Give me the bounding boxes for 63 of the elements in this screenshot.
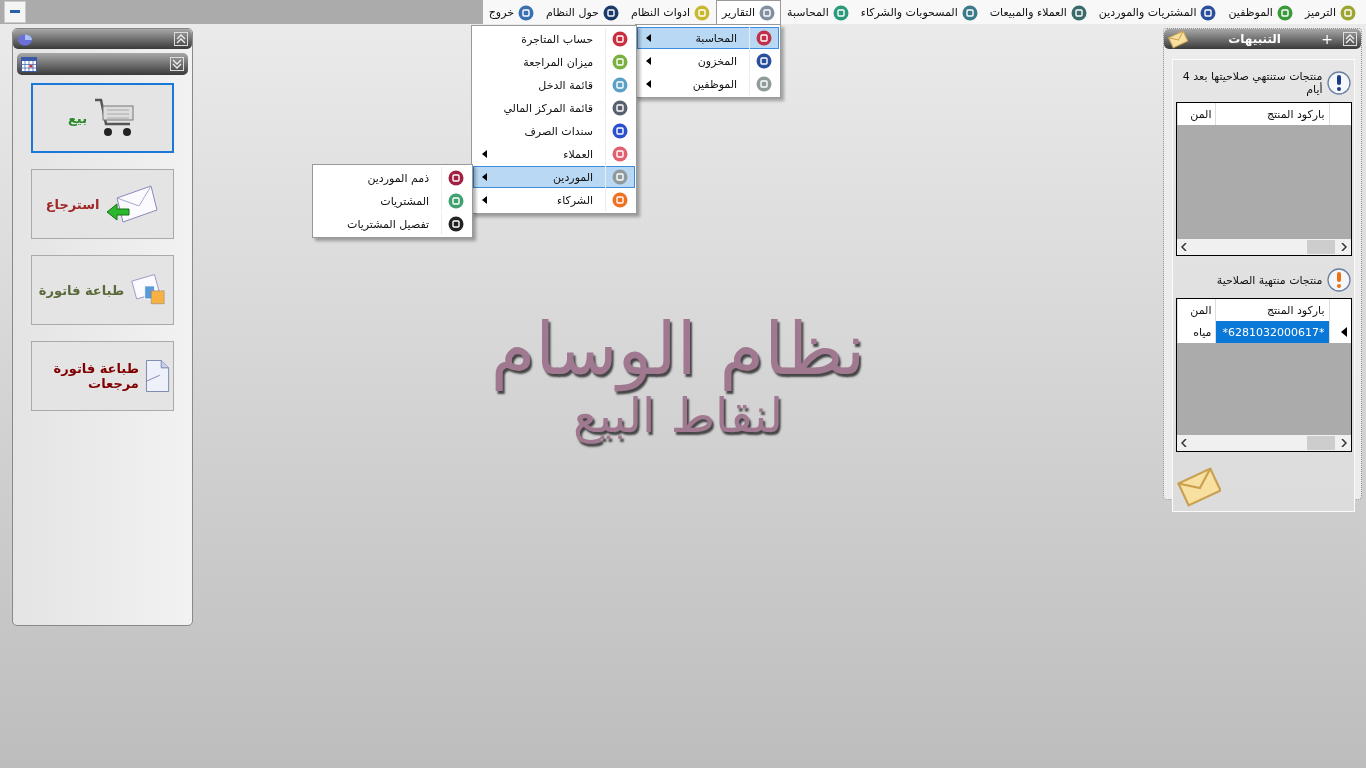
section-title: منتجات ستنتهي صلاحيتها بعد 4 أيام: [1181, 70, 1323, 96]
submenu-arrow-icon: [482, 196, 488, 204]
calendar-icon: [21, 56, 37, 72]
menu-item[interactable]: العملاء: [473, 143, 636, 165]
app-title: نظام الوسام: [490, 310, 866, 390]
menu-item[interactable]: المشتريات: [314, 190, 472, 212]
collapse-icon: [1345, 34, 1355, 44]
menu-item[interactable]: ذمم الموردين: [314, 167, 472, 189]
section-title: منتجات منتهية الصلاحية: [1215, 273, 1323, 287]
menu-item[interactable]: سندات الصرف: [473, 120, 636, 142]
exclamation-icon: [1326, 71, 1351, 95]
menu-item[interactable]: قائمة الدخل: [473, 74, 636, 96]
scrollbar-thumb[interactable]: [1306, 240, 1335, 254]
pie-chart-icon: [17, 32, 33, 46]
chevron-right-icon: [1340, 243, 1347, 251]
table-cell: *6281032000617*: [1214, 321, 1329, 343]
shortcut-button[interactable]: طباعة فاتورة مرجعات: [31, 341, 174, 411]
menu-bar-item[interactable]: الترميز: [1298, 0, 1362, 24]
panel-title: التنبيهات: [1228, 32, 1281, 46]
submenu-arrow-icon: [482, 150, 488, 158]
submenu-arrow-icon: [482, 173, 488, 181]
menu-item[interactable]: تفصيل المشتريات: [314, 213, 472, 235]
minimize-button[interactable]: [4, 1, 26, 23]
collapse-icon: [176, 34, 186, 44]
menu-item[interactable]: الموردين: [473, 166, 636, 188]
expand-button[interactable]: [170, 57, 184, 71]
horizontal-scrollbar[interactable]: [1176, 435, 1351, 451]
menu-bar-item[interactable]: التقارير: [716, 0, 782, 24]
add-button[interactable]: +: [1321, 31, 1333, 47]
menu-item[interactable]: قائمة المركز المالي: [473, 97, 636, 119]
envelope-picture-icon: [130, 273, 167, 307]
submenu-arrow-icon: [646, 57, 652, 65]
menu-bar-item[interactable]: المشتريات والموردين: [1092, 0, 1223, 24]
menu-bar-item[interactable]: الموظفين: [1222, 0, 1299, 24]
collapse-button[interactable]: [1343, 32, 1357, 46]
submenu-arrow-icon: [646, 80, 652, 88]
envelope-arrow-icon: [105, 184, 160, 224]
menu-item[interactable]: المخزون: [637, 50, 780, 72]
expand-icon: [172, 59, 182, 69]
menu-item[interactable]: المحاسبة: [637, 27, 780, 49]
menu-bar-item[interactable]: المسحوبات والشركاء: [854, 0, 984, 24]
menu-bar-item[interactable]: حول النظام: [540, 0, 625, 24]
scrollbar-thumb[interactable]: [1306, 436, 1335, 450]
minus-icon: [10, 10, 20, 14]
envelope-icon: [1168, 29, 1188, 49]
shortcut-button[interactable]: استرجاع: [31, 169, 174, 239]
menu-bar-item[interactable]: العملاء والمبيعات: [983, 0, 1093, 24]
chevron-right-icon: [1340, 439, 1347, 447]
row-pointer-icon: [1340, 327, 1347, 337]
chevron-left-icon: [1180, 243, 1187, 251]
submenu-arrow-icon: [646, 34, 652, 42]
menu-bar-item[interactable]: خروج: [482, 0, 540, 24]
menu-bar-item[interactable]: المحاسبة: [781, 0, 855, 24]
horizontal-scrollbar[interactable]: [1176, 239, 1351, 255]
menu-item[interactable]: الشركاء: [473, 189, 636, 211]
exclamation-icon: [1326, 268, 1351, 292]
menu-item[interactable]: ميزان المراجعة: [473, 51, 636, 73]
menu-item[interactable]: حساب المتاجرة: [473, 28, 636, 50]
chevron-left-icon: [1180, 439, 1187, 447]
menu-item[interactable]: الموظفين: [637, 73, 780, 95]
shortcut-button[interactable]: طباعة فاتورة: [31, 255, 174, 325]
collapse-button[interactable]: [174, 32, 188, 46]
menu-bar-item[interactable]: ادوات النظام: [624, 0, 716, 24]
